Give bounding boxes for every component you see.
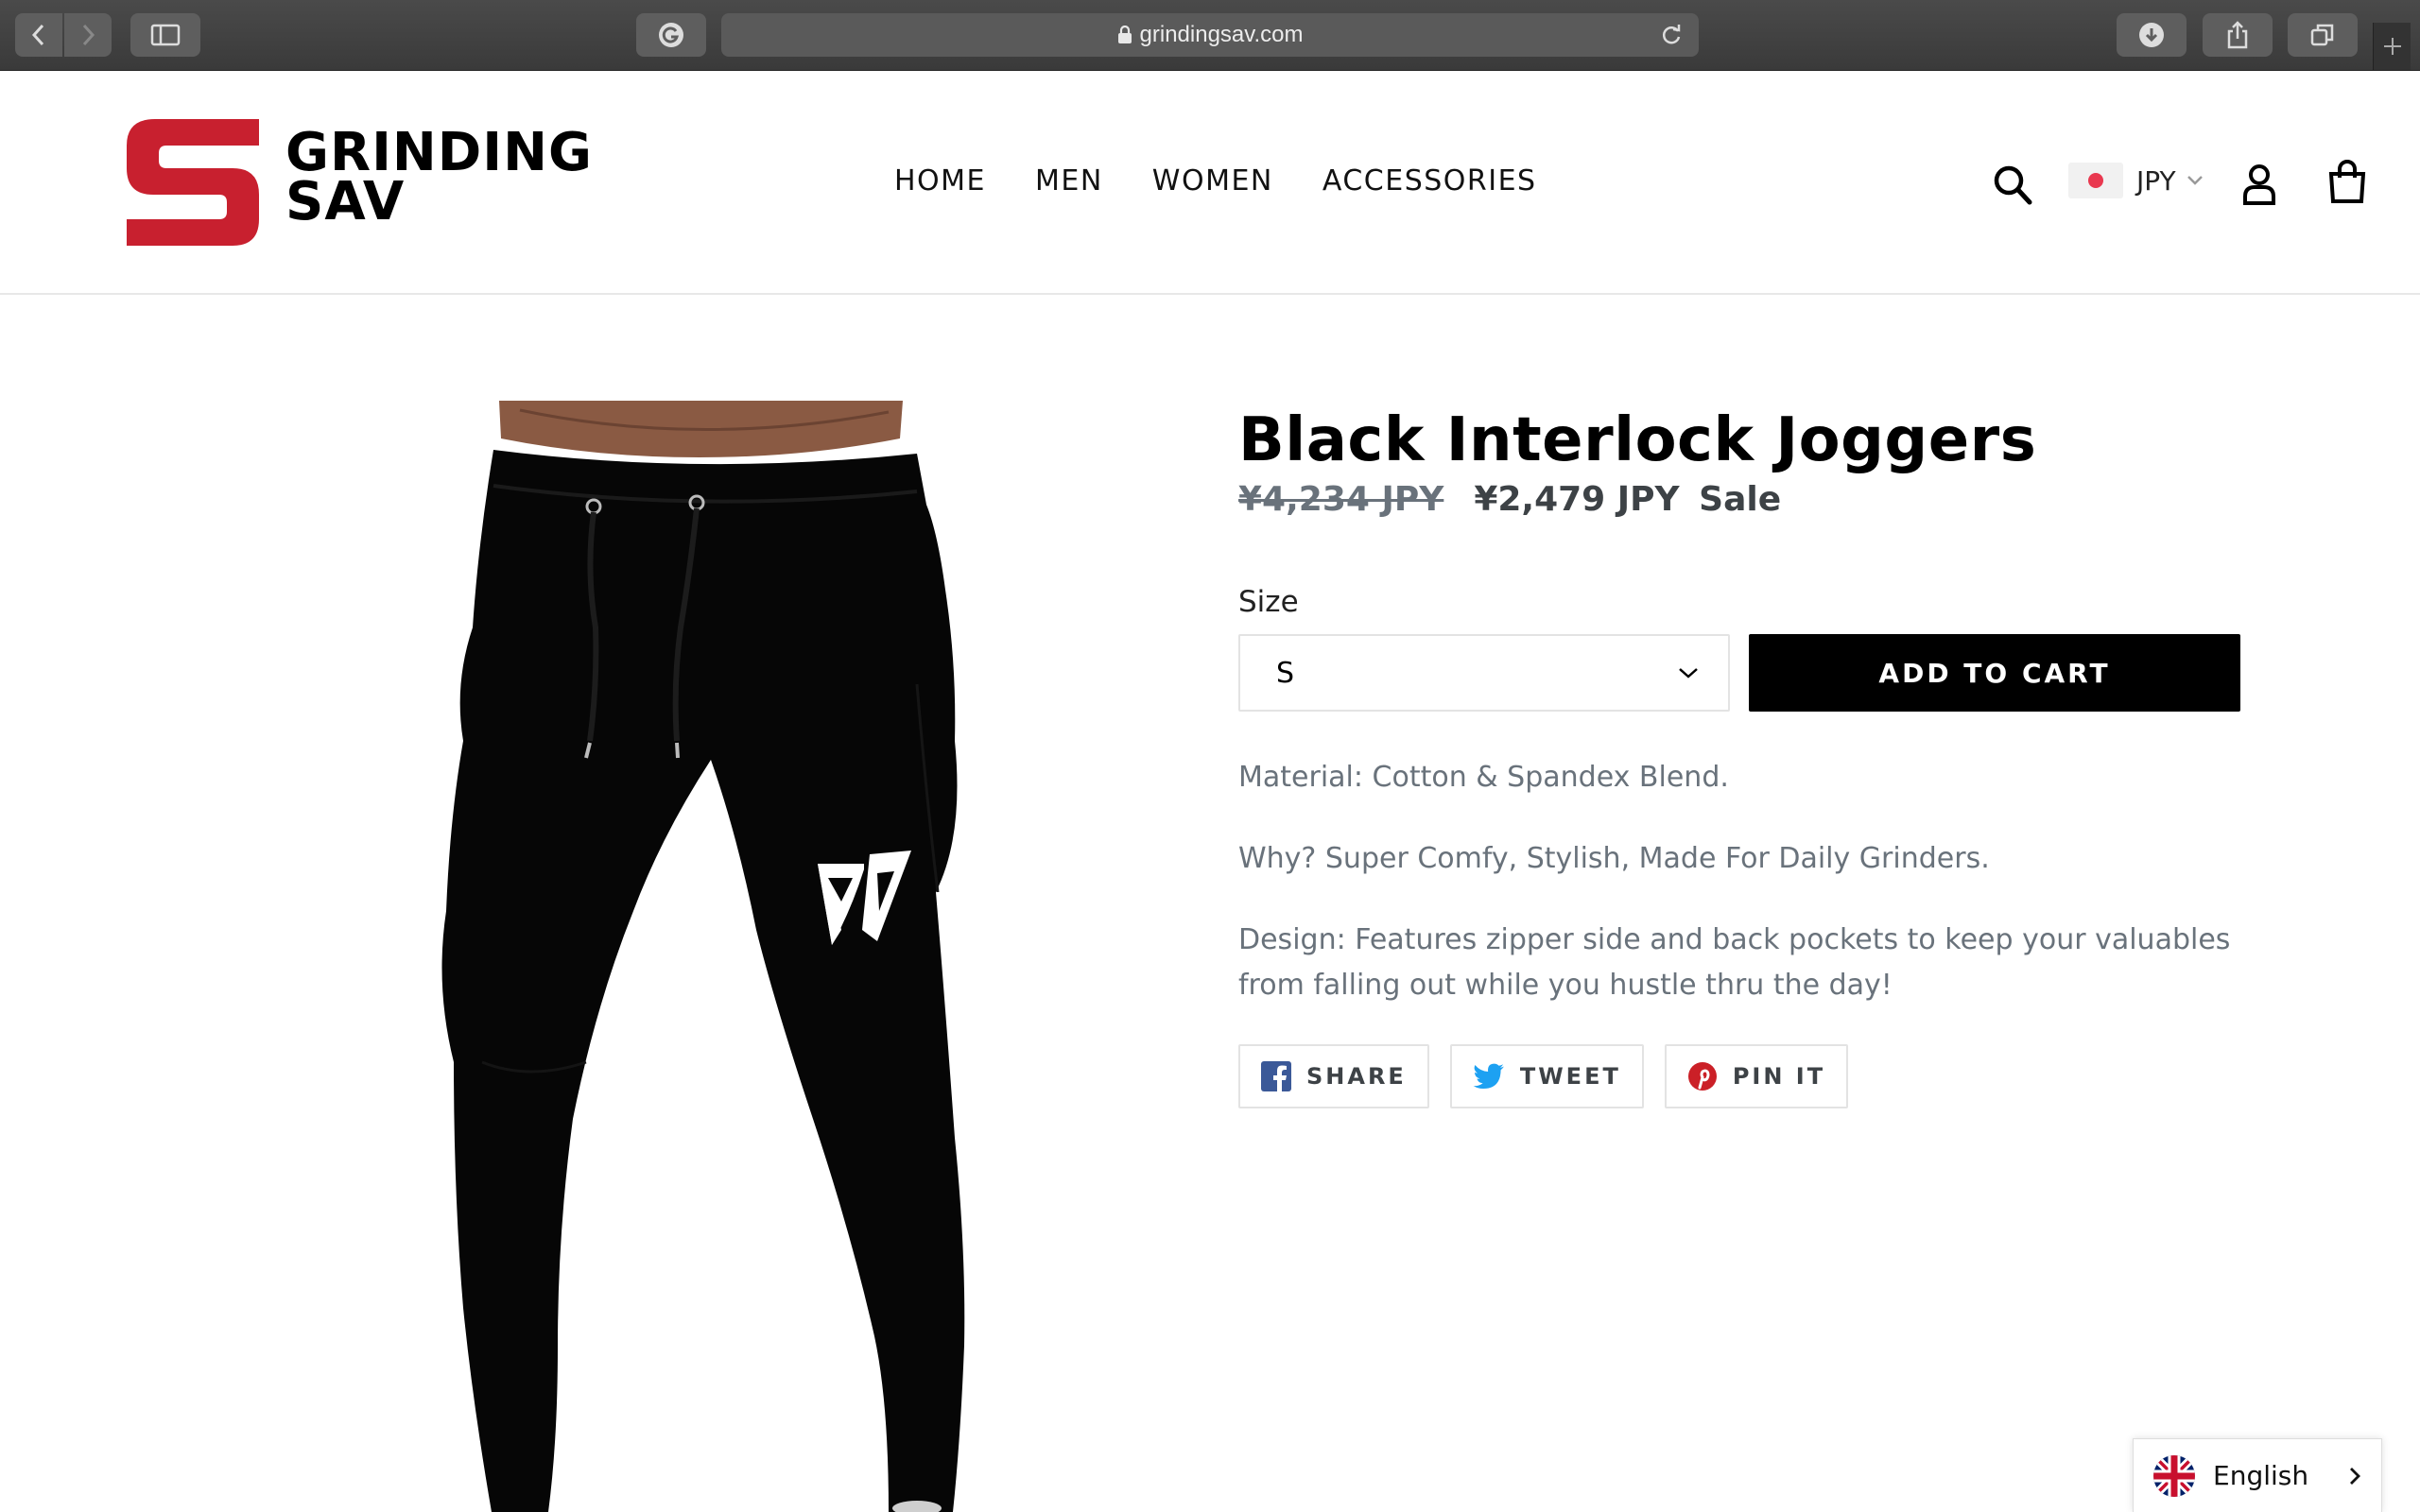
twitter-icon [1473,1063,1504,1089]
search-icon[interactable] [1993,164,2032,206]
size-and-cart-row: S ADD TO CART [1238,634,2240,712]
description-material: Material: Cotton & Spandex Blend. [1238,761,1729,794]
sidebar-button[interactable] [130,13,200,57]
currency-selector[interactable]: JPY [2068,163,2204,198]
back-button[interactable] [15,13,62,57]
language-label: English [2213,1460,2309,1491]
product-title: Black Interlock Joggers [1238,405,2037,475]
product-description: Material: Cotton & Spandex Blend. Why? S… [1238,755,2240,1008]
grammarly-icon [659,23,683,47]
facebook-icon [1261,1061,1291,1091]
size-select[interactable]: S [1238,634,1730,712]
sale-label: Sale [1699,480,1782,519]
downloads-button[interactable] [2117,13,2187,57]
product-info: Black Interlock Joggers ¥4,234 JPY ¥2,47… [1238,401,2240,1108]
reload-icon[interactable] [1659,23,1684,47]
pinterest-icon [1687,1062,1717,1091]
browser-toolbar: grindingsav.com [0,0,2420,71]
account-icon[interactable] [2242,163,2276,206]
chevron-down-icon [1679,668,1698,679]
chevron-right-icon [82,24,95,46]
chevron-left-icon [31,24,44,46]
facebook-share-label: SHARE [1306,1063,1407,1090]
nav-women[interactable]: WOMEN [1152,164,1273,198]
tabs-icon [2310,24,2334,46]
regular-price: ¥4,234 JPY [1238,480,1444,519]
pinterest-share-label: PIN IT [1732,1063,1826,1090]
uk-flag-icon [2153,1454,2195,1497]
main-nav: HOME MEN WOMEN ACCESSORIES [894,164,1537,198]
lock-icon [1117,26,1132,43]
sale-price: ¥2,479 JPY Sale [1474,480,1781,519]
size-label: Size [1238,585,1299,619]
chevron-right-icon [2350,1467,2360,1485]
download-icon [2139,23,2164,47]
pinterest-share-button[interactable]: PIN IT [1664,1044,1849,1108]
tabs-overview-button[interactable] [2288,13,2358,57]
japan-flag-icon [2068,163,2123,198]
logo-line-2: SAV [285,171,406,232]
size-select-value: S [1276,656,1295,690]
nav-men[interactable]: MEN [1035,164,1103,198]
address-bar[interactable]: grindingsav.com [721,13,1699,57]
social-share: SHARE TWEET PIN IT [1238,1044,2240,1108]
share-icon [2227,21,2248,49]
plus-icon [2383,38,2401,55]
site-logo[interactable]: GRINDING SAV [127,119,656,251]
logo-wordmark: GRINDING SAV [285,127,593,232]
forward-button[interactable] [64,13,112,57]
sale-price-value: ¥2,479 JPY [1474,480,1680,519]
chevron-down-icon [2187,176,2203,185]
grammarly-extension-button[interactable] [636,13,706,57]
currency-code: JPY [2136,164,2176,197]
url-text: grindingsav.com [1139,22,1304,47]
share-button[interactable] [2203,13,2273,57]
description-design: Design: Features zipper side and back po… [1238,923,2231,1002]
add-to-cart-button[interactable]: ADD TO CART [1749,634,2240,712]
language-switcher[interactable]: English [2133,1438,2382,1512]
twitter-share-label: TWEET [1519,1063,1621,1090]
nav-accessories[interactable]: ACCESSORIES [1322,164,1537,198]
price-row: ¥4,234 JPY ¥2,479 JPY Sale [1238,480,2240,519]
logo-s-mark [127,119,259,246]
new-tab-button[interactable] [2373,23,2411,70]
description-why: Why? Super Comfy, Stylish, Made For Dail… [1238,842,1990,875]
sidebar-icon [150,24,181,46]
cart-icon[interactable] [2327,159,2367,204]
facebook-share-button[interactable]: SHARE [1238,1044,1429,1108]
site-header: GRINDING SAV HOME MEN WOMEN ACCESSORIES … [0,72,2420,295]
twitter-share-button[interactable]: TWEET [1449,1044,1644,1108]
nav-home[interactable]: HOME [894,164,986,198]
product-image [441,401,965,1512]
